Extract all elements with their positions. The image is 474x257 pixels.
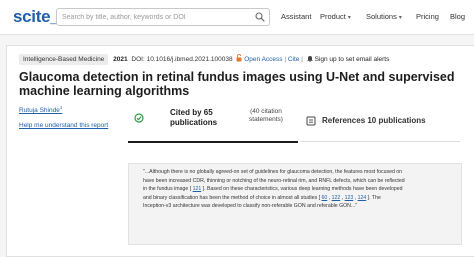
nav-pricing-label: Pricing [416, 12, 439, 21]
references-label: References 10 publications [322, 116, 426, 125]
nav-solutions[interactable]: Solutions ▾ [366, 12, 402, 21]
email-alert-link[interactable]: Sign up to set email alerts [315, 56, 390, 63]
open-access-icon [236, 54, 242, 62]
citation-statements-count: (40 citation statements) [249, 108, 283, 123]
open-access-link[interactable]: Open Access [244, 56, 282, 63]
supporting-citations-icon [134, 113, 144, 123]
search-box[interactable] [56, 8, 270, 26]
reference-link[interactable]: 123 [345, 195, 354, 201]
nav-product-label: Product [320, 12, 346, 21]
cite-link[interactable]: Cite [288, 56, 300, 63]
top-navigation-bar: scite_ Assistant Product▾ Solutions▾ Pri… [0, 0, 474, 35]
bell-icon[interactable] [307, 55, 313, 62]
references-icon [306, 116, 316, 126]
chevron-down-icon: ▾ [398, 15, 402, 21]
reference-link[interactable]: 121 [193, 186, 202, 192]
author-name: Rutuja Shinde [19, 107, 60, 115]
journal-tag[interactable]: Intelligence-Based Medicine [19, 54, 109, 65]
publication-year: 2021 [113, 56, 128, 63]
paper-meta-row: Intelligence-Based Medicine 2021 DOI: 10… [19, 54, 389, 65]
cited-by-label: Cited by 65 publications [170, 108, 218, 127]
doi-text: DOI: 10.1016/j.ibmed.2021.100038 [131, 56, 233, 63]
nav-blog[interactable]: Blog [450, 12, 465, 21]
search-input[interactable] [62, 10, 247, 24]
tab-cited-by[interactable]: Cited by 65 publications (40 citation st… [128, 103, 298, 143]
search-icon[interactable] [255, 12, 265, 22]
reference-link[interactable]: 122 [332, 195, 341, 201]
citation-statement-card: "...Although there is no globally agreed… [128, 163, 462, 245]
nav-blog-label: Blog [450, 12, 466, 21]
meta-separator: | [301, 56, 303, 63]
nav-assistant-label: Assistant [281, 12, 312, 21]
chevron-down-icon: ▾ [347, 15, 351, 21]
author-affiliation-marker: 1 [59, 105, 63, 110]
author-link[interactable]: Rutuja Shinde1 [19, 105, 62, 114]
citation-statement-text: "...Although there is no globally agreed… [143, 168, 405, 211]
meta-separator: | [284, 56, 287, 63]
tab-references[interactable]: References 10 publications [300, 103, 460, 142]
nav-product[interactable]: Product ▾ [320, 12, 351, 21]
nav-solutions-label: Solutions [366, 12, 397, 21]
reference-link[interactable]: 124 [358, 195, 367, 201]
nav-pricing[interactable]: Pricing [416, 12, 439, 21]
scite-logo[interactable]: scite_ [13, 7, 60, 27]
help-understand-link[interactable]: Help me understand this report [19, 122, 108, 129]
nav-assistant[interactable]: Assistant [281, 12, 311, 21]
paper-title: Glaucoma detection in retinal fundus ima… [19, 70, 455, 98]
